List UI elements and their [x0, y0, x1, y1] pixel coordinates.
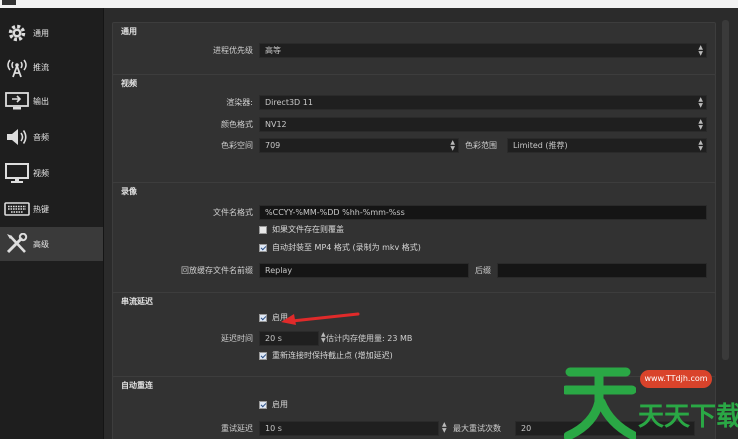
spinbox-value: 10 s: [265, 424, 282, 433]
section-recording: 录像 文件名格式 %CCYY-%MM-%DD %hh-%mm-%ss 如果文件存…: [112, 182, 716, 298]
select-value: NV12: [265, 120, 287, 129]
color-range-select[interactable]: Limited (推荐) ▲ ▼: [507, 138, 707, 153]
select-value: 709: [265, 141, 281, 150]
monitor-icon: [5, 163, 29, 183]
checkbox-box[interactable]: [259, 314, 267, 322]
select-value: 高等: [265, 46, 281, 55]
color-space-select[interactable]: 709 ▲ ▼: [259, 138, 459, 153]
section-title: 录像: [121, 187, 137, 196]
checkbox-box[interactable]: [259, 401, 267, 409]
replay-prefix-input[interactable]: Replay: [259, 263, 469, 278]
window-title-bar: [0, 0, 738, 8]
sidebar-item-video[interactable]: 视频: [0, 156, 103, 190]
input-value: %CCYY-%MM-%DD %hh-%mm-%ss: [265, 208, 405, 217]
sidebar-item-advanced[interactable]: 高级: [0, 227, 103, 261]
sidebar-item-label: 通用: [33, 29, 49, 38]
checkbox-box[interactable]: [259, 244, 267, 252]
checkbox-label: 自动封装至 MP4 格式 (录制为 mkv 格式): [272, 243, 421, 252]
select-arrows-icon: ▲ ▼: [698, 139, 703, 152]
suffix-label: 后缀: [475, 266, 491, 275]
section-title: 串流延迟: [121, 297, 153, 306]
watermark-url-badge: www.TTdjh.com: [640, 370, 712, 388]
speaker-icon: [7, 129, 27, 145]
spinbox-value: 20 s: [265, 334, 282, 343]
checkbox-box[interactable]: [259, 352, 267, 360]
checkbox-label: 启用: [272, 400, 288, 409]
keyboard-icon: [4, 202, 30, 216]
replay-prefix-label: 回放缓存文件名前缀: [181, 266, 253, 275]
select-arrows-icon: ▲ ▼: [450, 139, 455, 152]
select-arrows-icon: ▲ ▼: [698, 44, 703, 57]
site-watermark: www.TTdjh.com 天天下载: [560, 362, 738, 439]
spin-arrows-icon[interactable]: ▲ ▼: [442, 422, 447, 434]
spin-arrows-icon[interactable]: ▲ ▼: [321, 332, 326, 344]
sidebar-item-label: 视频: [33, 169, 49, 178]
filename-format-label: 文件名格式: [213, 208, 253, 217]
watermark-logo-icon: [564, 367, 636, 439]
retry-delay-spinbox[interactable]: 10 s: [259, 421, 439, 436]
section-title: 自动重连: [121, 381, 153, 390]
delay-time-label: 延迟时间: [221, 334, 253, 343]
process-priority-select[interactable]: 高等 ▲ ▼: [259, 43, 707, 58]
sidebar-item-label: 推流: [33, 63, 49, 72]
sidebar-item-audio[interactable]: 音频: [0, 120, 103, 154]
max-retries-label: 最大重试次数: [453, 424, 501, 433]
spinbox-value: 20: [521, 424, 532, 433]
watermark-text: 天天下载: [638, 402, 738, 432]
retry-delay-label: 重试延迟: [221, 424, 253, 433]
select-arrows-icon: ▲ ▼: [698, 96, 703, 109]
process-priority-label: 进程优先级: [213, 46, 253, 55]
sidebar-item-label: 热键: [33, 205, 49, 214]
color-format-label: 颜色格式: [221, 120, 253, 129]
settings-scrollbar[interactable]: [722, 20, 729, 360]
memory-estimate-text: 估计内存使用量: 23 MB: [326, 334, 413, 343]
settings-sidebar: 通用 推流 输出 音频 视频 热键 高级: [0, 8, 104, 439]
sidebar-item-label: 高级: [33, 240, 49, 249]
checkbox-label: 如果文件存在则覆盖: [272, 225, 344, 234]
checkbox-box[interactable]: [259, 226, 267, 234]
broadcast-antenna-icon: [7, 59, 27, 78]
suffix-input[interactable]: [497, 263, 707, 278]
color-range-label: 色彩范围: [465, 141, 497, 150]
section-title: 视频: [121, 79, 137, 88]
filename-format-input[interactable]: %CCYY-%MM-%DD %hh-%mm-%ss: [259, 205, 707, 220]
sidebar-item-general[interactable]: 通用: [0, 16, 103, 50]
sidebar-item-hotkeys[interactable]: 热键: [0, 192, 103, 226]
gear-icon: [8, 24, 26, 42]
tools-icon: [6, 233, 28, 254]
renderer-select[interactable]: Direct3D 11 ▲ ▼: [259, 95, 707, 110]
select-value: Direct3D 11: [265, 98, 313, 107]
color-format-select[interactable]: NV12 ▲ ▼: [259, 117, 707, 132]
color-space-label: 色彩空间: [221, 141, 253, 150]
select-value: Limited (推荐): [513, 141, 568, 150]
red-arrow-annotation-icon: [281, 312, 360, 325]
app-logo-icon: [2, 0, 16, 5]
sidebar-item-label: 音频: [33, 133, 49, 142]
sidebar-item-output[interactable]: 输出: [0, 84, 103, 118]
select-arrows-icon: ▲ ▼: [698, 118, 703, 131]
renderer-label: 渲染器:: [226, 98, 253, 107]
section-video: 视频 渲染器: Direct3D 11 ▲ ▼ 颜色格式 NV12 ▲ ▼ 色彩空间…: [112, 74, 716, 190]
section-title: 通用: [121, 27, 137, 36]
sidebar-item-stream[interactable]: 推流: [0, 50, 103, 84]
checkbox-label: 重新连接时保持截止点 (增加延迟): [272, 351, 393, 360]
section-general: 通用 进程优先级 高等 ▲ ▼: [112, 22, 716, 76]
sidebar-item-label: 输出: [33, 97, 49, 106]
output-monitor-icon: [5, 92, 29, 110]
delay-time-spinbox[interactable]: 20 s: [259, 331, 319, 346]
input-value: Replay: [265, 266, 293, 275]
